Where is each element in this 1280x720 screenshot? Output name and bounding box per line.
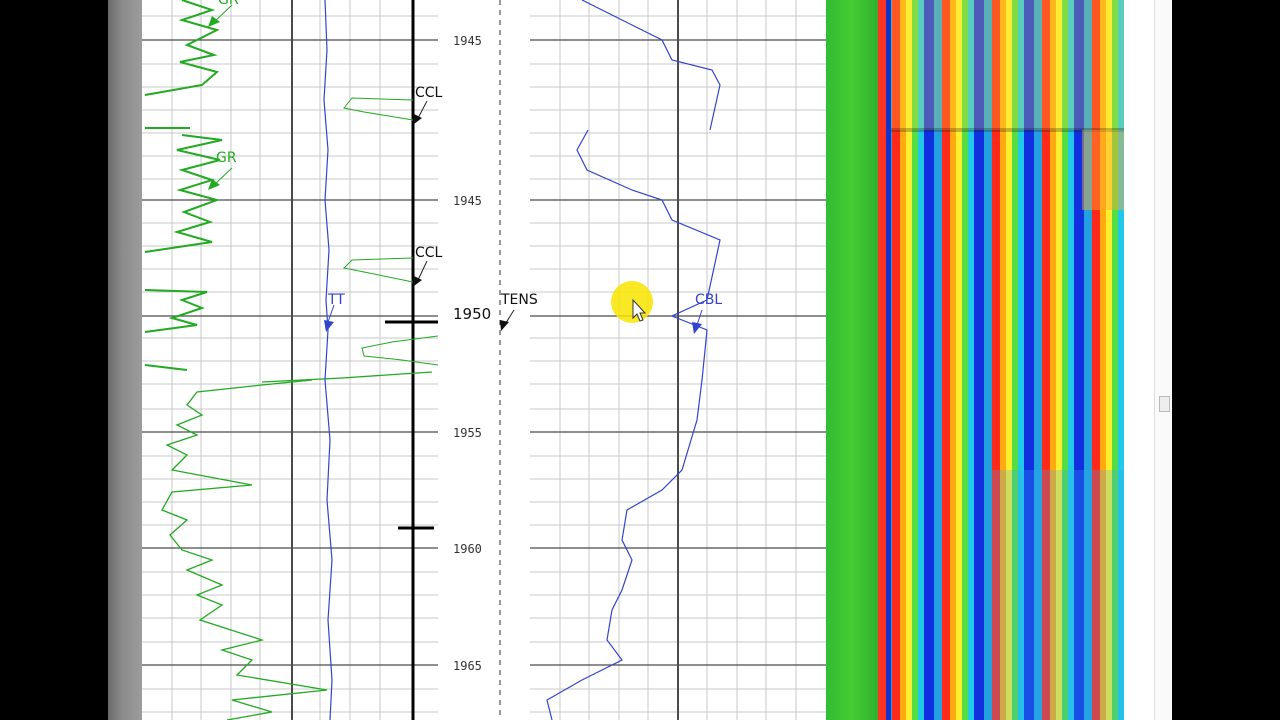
ccl-curve-label: CCL — [415, 245, 443, 261]
tens-curve-label: TENS — [500, 292, 538, 308]
depth-label: 1945 — [453, 194, 482, 208]
vertical-scrollbar[interactable] — [1154, 0, 1173, 720]
ccl-curve-label-top: CCL — [415, 85, 443, 101]
depth-label: 1955 — [453, 426, 482, 440]
vdl-track — [826, 0, 1124, 720]
cbl-curve-label: CBL — [695, 292, 722, 308]
well-log-plot[interactable]: 1945 1945 1950 1955 1960 1965 GR GR CCL … — [142, 0, 1154, 720]
tt-curve — [323, 0, 333, 720]
cbl-curve — [546, 0, 721, 720]
depth-label: 1945 — [453, 34, 482, 48]
ccl-curve — [342, 97, 439, 366]
log-viewer-page[interactable]: 1945 1945 1950 1955 1960 1965 GR GR CCL … — [142, 0, 1154, 720]
gr-curve-lower — [161, 371, 433, 720]
gr-curve-label-top: GR — [218, 0, 239, 8]
curve-label-arrows — [213, 4, 703, 329]
track-1-major-lines — [142, 0, 438, 720]
depth-label: 1960 — [453, 542, 482, 556]
screen-border-right — [1172, 0, 1280, 720]
screen-border-left — [0, 0, 108, 720]
cursor-highlight-icon — [611, 281, 653, 323]
depth-label: 1965 — [453, 659, 482, 673]
track-1-grid — [142, 0, 438, 720]
scrollbar-thumb[interactable] — [1159, 396, 1170, 412]
viewer-gutter — [108, 0, 142, 720]
gr-curve-label: GR — [216, 150, 237, 166]
depth-label-current: 1950 — [453, 305, 491, 323]
mouse-cursor — [611, 281, 653, 323]
track-2-major-lines — [530, 0, 826, 720]
tt-curve-label: TT — [327, 292, 345, 308]
depth-track: 1945 1945 1950 1955 1960 1965 — [453, 0, 501, 720]
